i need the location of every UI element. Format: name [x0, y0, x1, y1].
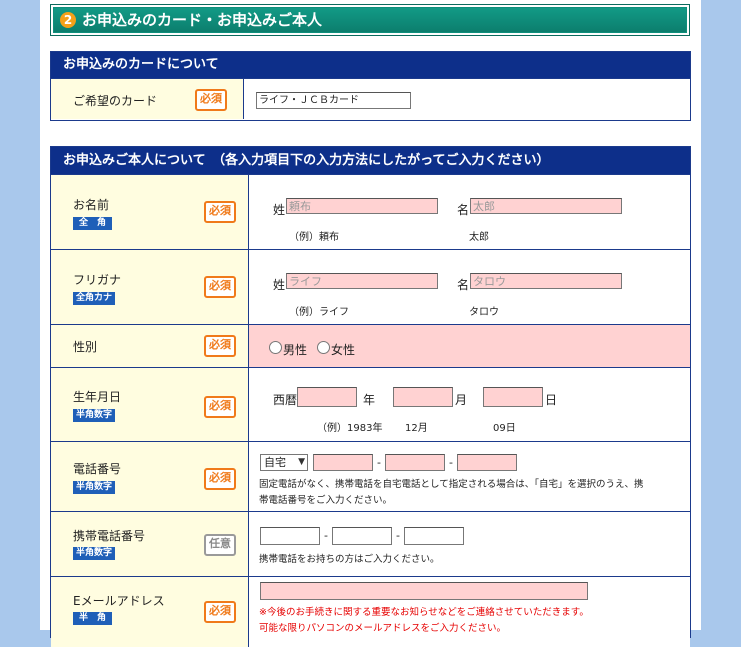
female-radio[interactable] [317, 341, 330, 354]
male-radio[interactable] [269, 341, 282, 354]
first-name-input[interactable]: 太郎 [470, 198, 622, 214]
card-row: ご希望のカード 必須 ライフ・ＪＣＢカード [51, 78, 690, 119]
phone-note-line1: 固定電話がなく、携帯電話を自宅電話として指定される場合は、「自宅」を選択のうえ、… [259, 479, 644, 490]
female-label[interactable]: 女性 [331, 341, 355, 358]
email-row: Eメールアドレス 半 角 必須 ※今後のお手続きに関する重要なお知らせなどをご連… [51, 576, 690, 647]
phone-part3-input[interactable] [457, 454, 517, 471]
mei-label: 名 [457, 203, 470, 217]
hankaku-number-tag: 半角数字 [73, 481, 116, 494]
phone-label: 電話番号 [73, 462, 122, 476]
email-input[interactable] [260, 582, 588, 600]
required-badge: 必須 [204, 276, 236, 298]
dash: - [377, 456, 381, 469]
hankaku-number-tag: 半角数字 [73, 547, 116, 560]
gender-row: 性別 必須 男性 女性 [51, 324, 690, 367]
mobile-part1-input[interactable] [260, 527, 320, 545]
email-note-line1: ※今後のお手続きに関する重要なお知らせなどをご連絡させていただきます。 [259, 607, 589, 618]
hankaku-tag: 半 角 [73, 612, 113, 625]
required-badge: 必須 [204, 396, 236, 418]
dash: - [396, 529, 400, 542]
required-badge: 必須 [204, 468, 236, 490]
zenkaku-tag: 全 角 [73, 217, 113, 230]
email-label: Eメールアドレス [73, 594, 165, 608]
phone-part2-input[interactable] [385, 454, 445, 471]
example-first-name-kana: タロウ [469, 307, 499, 318]
mobile-row: 携帯電話番号 半角数字 任意 - - 携帯電話をお持ちの方はご入力ください。 [51, 511, 690, 576]
zenkaku-kana-tag: 全角カナ [73, 292, 116, 305]
example-day: 09日 [493, 423, 516, 434]
birth-year-input[interactable] [297, 387, 357, 407]
phone-type-value: 自宅 [264, 456, 286, 469]
mobile-label: 携帯電話番号 [73, 529, 146, 543]
sei-label: 姓 [273, 203, 286, 217]
email-note-line2: 可能な限りパソコンのメールアドレスをご入力ください。 [259, 623, 507, 634]
section-header: 2 お申込みのカード・お申込みご本人 [50, 4, 690, 36]
sei-label: 姓 [273, 278, 286, 292]
required-badge: 必須 [204, 601, 236, 623]
mobile-note: 携帯電話をお持ちの方はご入力ください。 [259, 554, 440, 565]
name-label: お名前 [73, 198, 110, 212]
kana-label: フリガナ [73, 273, 122, 287]
example-first-name: 太郎 [469, 232, 489, 243]
person-table: お申込みご本人について （各入力項目下の入力方法にしたがってご入力ください） お… [50, 146, 691, 647]
example-last-name-kana: （例）ライフ [289, 307, 349, 318]
phone-row: 電話番号 半角数字 必須 自宅 ▼ - - 固定電話がなく、携帯電話を自宅電話と… [51, 441, 690, 511]
mei-label: 名 [457, 278, 470, 292]
example-last-name: （例）頼布 [289, 232, 339, 243]
mobile-part2-input[interactable] [332, 527, 392, 545]
card-table: お申込みのカードについて ご希望のカード 必須 ライフ・ＪＣＢカード [50, 51, 691, 121]
birthday-label: 生年月日 [73, 390, 122, 404]
card-select-field[interactable]: ライフ・ＪＣＢカード [256, 92, 411, 109]
name-row: お名前 全 角 必須 姓 頼布 名 太郎 （例）頼布 太郎 [51, 174, 690, 249]
mobile-part3-input[interactable] [404, 527, 464, 545]
optional-badge: 任意 [204, 534, 236, 556]
section-number-icon: 2 [60, 12, 76, 28]
form-page: 2 お申込みのカード・お申込みご本人 お申込みのカードについて ご希望のカード … [40, 0, 701, 647]
dash: - [324, 529, 328, 542]
birthday-row: 生年月日 半角数字 必須 西暦 年 月 日 （例）1983年 12月 09日 [51, 367, 690, 441]
card-label: ご希望のカード [73, 94, 158, 108]
kana-row: フリガナ 全角カナ 必須 姓 ライフ 名 タロウ （例）ライフ タロウ [51, 249, 690, 324]
phone-part1-input[interactable] [313, 454, 373, 471]
birth-month-input[interactable] [393, 387, 453, 407]
year-label: 年 [363, 393, 376, 407]
example-month: 12月 [405, 423, 428, 434]
day-label: 日 [545, 393, 558, 407]
example-year: （例）1983年 [317, 423, 383, 434]
chevron-down-icon: ▼ [298, 457, 305, 467]
era-label: 西暦 [273, 393, 298, 407]
phone-type-select[interactable]: 自宅 ▼ [260, 454, 308, 471]
required-badge: 必須 [195, 89, 227, 111]
dash: - [449, 456, 453, 469]
male-label[interactable]: 男性 [283, 341, 307, 358]
gender-label: 性別 [73, 340, 98, 354]
last-name-kana-input[interactable]: ライフ [286, 273, 438, 289]
hankaku-number-tag: 半角数字 [73, 409, 116, 422]
phone-note-line2: 帯電話番号をご入力ください。 [259, 495, 393, 506]
required-badge: 必須 [204, 201, 236, 223]
required-badge: 必須 [204, 335, 236, 357]
section-title: お申込みのカード・お申込みご本人 [82, 11, 323, 29]
card-table-header: お申込みのカードについて [51, 52, 690, 78]
month-label: 月 [455, 393, 468, 407]
birth-day-input[interactable] [483, 387, 543, 407]
person-table-header: お申込みご本人について （各入力項目下の入力方法にしたがってご入力ください） [51, 147, 690, 174]
last-name-input[interactable]: 頼布 [286, 198, 438, 214]
first-name-kana-input[interactable]: タロウ [470, 273, 622, 289]
